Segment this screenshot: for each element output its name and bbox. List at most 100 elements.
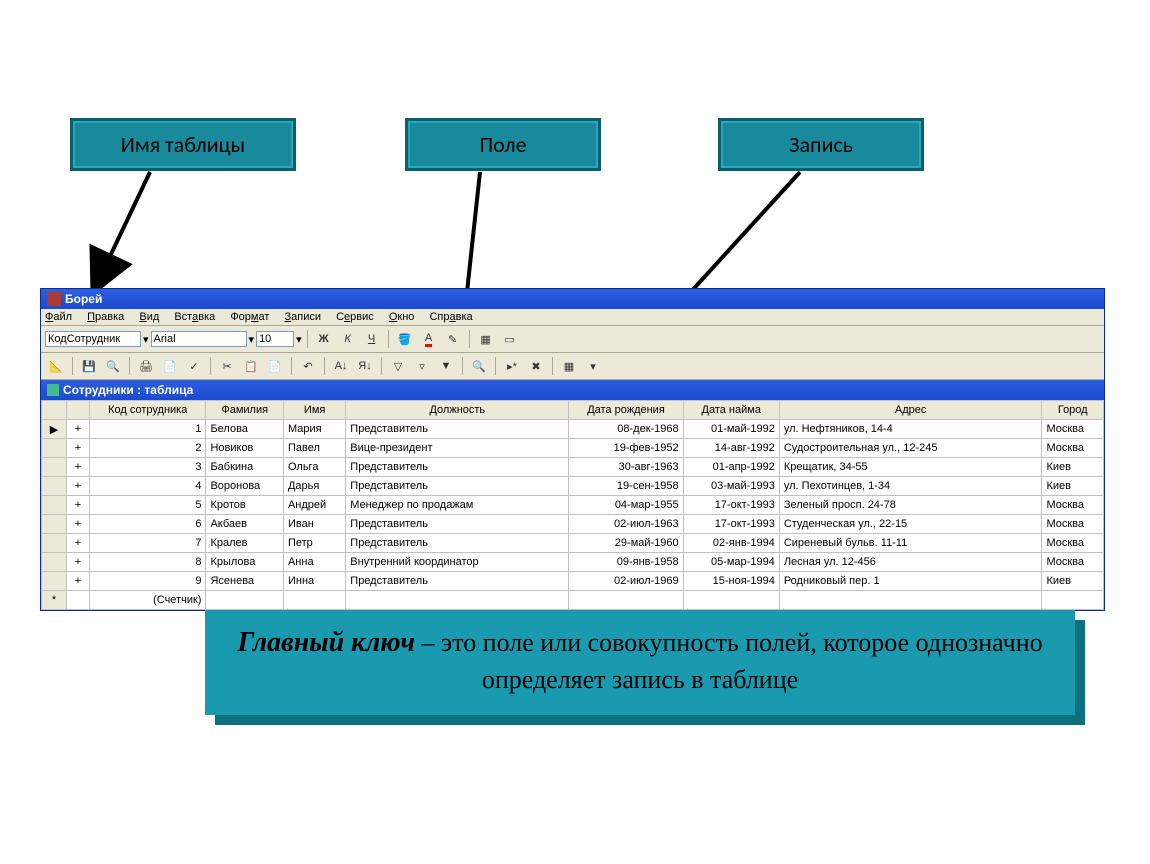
cell-city[interactable]: Москва <box>1042 420 1104 439</box>
row-selector[interactable] <box>42 553 67 572</box>
cell-bdate[interactable]: 08-дек-1968 <box>569 420 683 439</box>
cell-addr[interactable]: Судостроительная ул., 12-245 <box>779 439 1042 458</box>
save-button[interactable]: 💾 <box>78 355 100 377</box>
cell-id[interactable]: 6 <box>90 515 206 534</box>
special-effect-button[interactable]: ▭ <box>499 328 521 350</box>
cell-id[interactable]: 7 <box>90 534 206 553</box>
db-window-button[interactable]: ▦ <box>558 355 580 377</box>
gridlines-button[interactable]: ▦ <box>475 328 497 350</box>
cell-bdate[interactable]: 19-фев-1952 <box>569 439 683 458</box>
search-button[interactable]: 🔍 <box>102 355 124 377</box>
expand-icon[interactable]: + <box>67 496 90 515</box>
cell-pos[interactable]: Менеджер по продажам <box>346 496 569 515</box>
cell-addr[interactable]: Зеленый просп. 24-78 <box>779 496 1042 515</box>
cell-name[interactable]: Ольга <box>283 458 345 477</box>
row-selector[interactable] <box>42 496 67 515</box>
table-row[interactable]: +4ВороноваДарьяПредставитель19-сен-19580… <box>42 477 1104 496</box>
col-pos[interactable]: Должность <box>346 401 569 420</box>
cell-fam[interactable]: Кралев <box>206 534 284 553</box>
menu-insert[interactable]: Вставка <box>174 311 215 323</box>
cell-city[interactable]: Киев <box>1042 458 1104 477</box>
cell-city[interactable]: Москва <box>1042 515 1104 534</box>
col-addr[interactable]: Адрес <box>779 401 1042 420</box>
cell-addr[interactable]: Лесная ул. 12-456 <box>779 553 1042 572</box>
table-row[interactable]: +6АкбаевИванПредставитель02-июл-196317-о… <box>42 515 1104 534</box>
col-hdate[interactable]: Дата найма <box>683 401 779 420</box>
expand-icon[interactable]: + <box>67 515 90 534</box>
cell-name[interactable]: Павел <box>283 439 345 458</box>
cell-city[interactable]: Москва <box>1042 534 1104 553</box>
new-row[interactable]: *(Счетчик) <box>42 591 1104 610</box>
cell-city[interactable]: Москва <box>1042 496 1104 515</box>
delete-record-button[interactable]: ✖ <box>525 355 547 377</box>
menu-records[interactable]: Записи <box>284 311 321 323</box>
cell-fam[interactable]: Белова <box>206 420 284 439</box>
col-bdate[interactable]: Дата рождения <box>569 401 683 420</box>
find-button[interactable]: 🔍 <box>468 355 490 377</box>
cell-fam[interactable]: Бабкина <box>206 458 284 477</box>
row-selector[interactable] <box>42 477 67 496</box>
cell-addr[interactable]: ул. Нефтяников, 14-4 <box>779 420 1042 439</box>
cell-id[interactable]: 8 <box>90 553 206 572</box>
menu-window[interactable]: Окно <box>389 311 415 323</box>
cell-fam[interactable]: Воронова <box>206 477 284 496</box>
cell-city[interactable]: Киев <box>1042 477 1104 496</box>
cell-id[interactable]: 1 <box>90 420 206 439</box>
font-color-button[interactable]: A <box>418 328 440 350</box>
table-row[interactable]: +2НовиковПавелВице-президент19-фев-19521… <box>42 439 1104 458</box>
cell-name[interactable]: Анна <box>283 553 345 572</box>
cell-pos[interactable]: Представитель <box>346 477 569 496</box>
select-all[interactable] <box>42 401 67 420</box>
cut-button[interactable]: ✂ <box>216 355 238 377</box>
row-selector[interactable] <box>42 458 67 477</box>
preview-button[interactable]: 📄 <box>159 355 181 377</box>
new-record-button[interactable]: ▸* <box>501 355 523 377</box>
cell-bdate[interactable]: 29-май-1960 <box>569 534 683 553</box>
cell-bdate[interactable]: 02-июл-1969 <box>569 572 683 591</box>
table-row[interactable]: +7КралевПетрПредставитель29-май-196002-я… <box>42 534 1104 553</box>
cell-bdate[interactable]: 19-сен-1958 <box>569 477 683 496</box>
underline-button[interactable]: Ч <box>361 328 383 350</box>
row-selector[interactable] <box>42 439 67 458</box>
font-combo[interactable]: Arial <box>151 331 247 347</box>
menu-view[interactable]: Вид <box>139 311 159 323</box>
cell-fam[interactable]: Кротов <box>206 496 284 515</box>
cell-city[interactable]: Москва <box>1042 553 1104 572</box>
cell-addr[interactable]: ул. Пехотинцев, 1-34 <box>779 477 1042 496</box>
cell-fam[interactable]: Ясенева <box>206 572 284 591</box>
expand-icon[interactable]: + <box>67 572 90 591</box>
cell-bdate[interactable]: 02-июл-1963 <box>569 515 683 534</box>
menubar[interactable]: Файл Правка Вид Вставка Формат Записи Се… <box>41 309 1104 326</box>
expand-icon[interactable]: + <box>67 458 90 477</box>
menu-tools[interactable]: Сервис <box>336 311 374 323</box>
cell-hdate[interactable]: 01-май-1992 <box>683 420 779 439</box>
cell-pos[interactable]: Вице-президент <box>346 439 569 458</box>
fill-color-button[interactable]: 🪣 <box>394 328 416 350</box>
menu-format[interactable]: Формат <box>230 311 269 323</box>
cell-id[interactable]: 5 <box>90 496 206 515</box>
cell-hdate[interactable]: 17-окт-1993 <box>683 515 779 534</box>
size-combo[interactable]: 10 <box>256 331 294 347</box>
cell-hdate[interactable]: 05-мар-1994 <box>683 553 779 572</box>
cell-name[interactable]: Дарья <box>283 477 345 496</box>
row-selector[interactable]: ▶ <box>42 420 67 439</box>
row-selector[interactable] <box>42 572 67 591</box>
row-selector[interactable] <box>42 515 67 534</box>
cell-hdate[interactable]: 17-окт-1993 <box>683 496 779 515</box>
toggle-filter-button[interactable]: ▼ <box>435 355 457 377</box>
cell-name[interactable]: Инна <box>283 572 345 591</box>
cell-name[interactable]: Мария <box>283 420 345 439</box>
cell-bdate[interactable]: 30-авг-1963 <box>569 458 683 477</box>
col-fam[interactable]: Фамилия <box>206 401 284 420</box>
expand-icon[interactable]: + <box>67 553 90 572</box>
cell-addr[interactable]: Родниковый пер. 1 <box>779 572 1042 591</box>
field-combo[interactable]: КодСотрудник <box>45 331 141 347</box>
cell-name[interactable]: Иван <box>283 515 345 534</box>
cell-fam[interactable]: Акбаев <box>206 515 284 534</box>
col-name[interactable]: Имя <box>283 401 345 420</box>
cell-addr[interactable]: Крещатик, 34-55 <box>779 458 1042 477</box>
menu-help[interactable]: Справка <box>429 311 472 323</box>
print-button[interactable]: 🖨 <box>135 355 157 377</box>
cell-pos[interactable]: Представитель <box>346 572 569 591</box>
menu-edit[interactable]: Правка <box>87 311 124 323</box>
